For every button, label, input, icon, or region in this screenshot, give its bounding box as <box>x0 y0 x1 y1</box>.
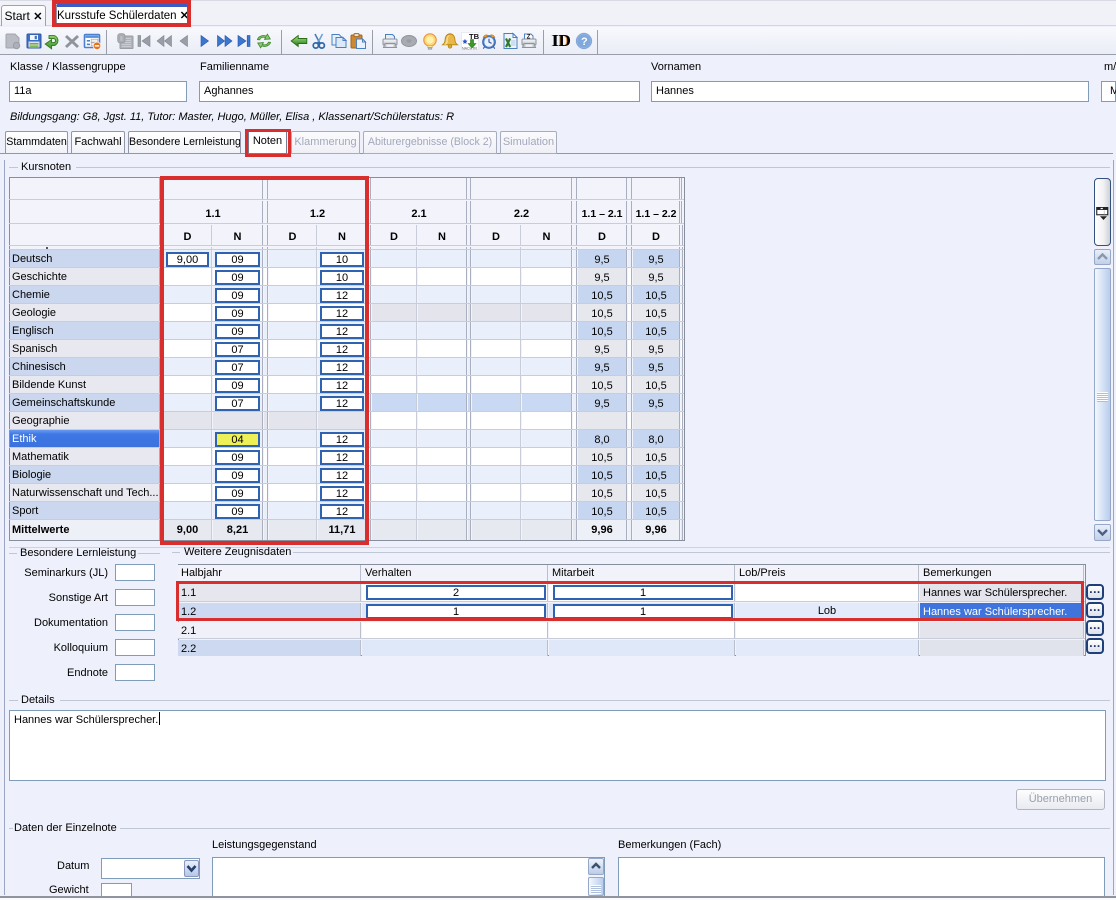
svg-text:NACHTR: NACHTR <box>462 46 477 50</box>
svg-text:?: ? <box>581 36 588 48</box>
